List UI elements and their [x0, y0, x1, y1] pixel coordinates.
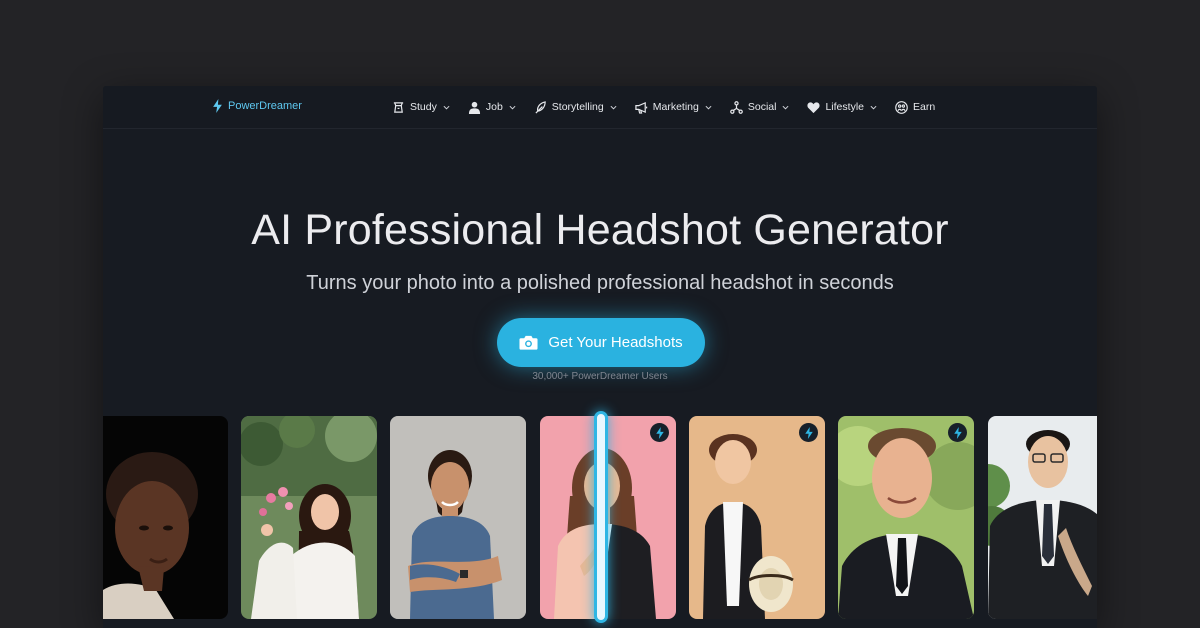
gallery-photo-man-glasses	[988, 416, 1097, 619]
nav-study[interactable]: Study	[392, 97, 450, 117]
nav-earn-label: Earn	[913, 101, 936, 113]
lightning-icon	[804, 426, 813, 439]
nav-storytelling[interactable]: Storytelling	[534, 97, 617, 117]
heart-icon	[807, 101, 821, 114]
nav-job-label: Job	[485, 101, 503, 113]
chevron-down-icon	[610, 105, 617, 110]
ai-generated-badge	[948, 423, 967, 442]
lightning-icon	[953, 426, 962, 439]
network-icon	[729, 100, 743, 114]
ai-generated-badge	[650, 423, 669, 442]
nav-marketing[interactable]: Marketing	[635, 97, 712, 117]
lightning-icon	[655, 426, 664, 439]
get-headshots-label: Get Your Headshots	[548, 334, 683, 351]
nav-job[interactable]: Job	[468, 97, 516, 117]
before-after-slider-handle[interactable]	[594, 411, 608, 623]
page-title: AI Professional Headshot Generator	[251, 206, 949, 254]
people-icon	[895, 100, 908, 114]
gallery-photo-man-blue-tshirt	[390, 416, 526, 619]
top-navbar: PowerDreamer Study Job Storytelling Mark…	[103, 86, 1097, 129]
app-window: PowerDreamer Study Job Storytelling Mark…	[103, 86, 1097, 628]
lightning-icon	[213, 99, 222, 113]
ai-generated-badge	[799, 423, 818, 442]
brand-logo[interactable]: PowerDreamer	[213, 99, 302, 113]
nav-social-label: Social	[747, 101, 777, 113]
main-menu: Study Job Storytelling Marketing Social …	[392, 97, 953, 117]
feather-icon	[534, 100, 547, 114]
chevron-down-icon	[782, 105, 789, 110]
nav-earn[interactable]: Earn	[895, 97, 935, 117]
gallery-photo-woman-braids	[103, 416, 228, 619]
user-icon	[468, 101, 481, 114]
gallery-photo-man-curly-hair	[689, 416, 825, 619]
brand-name: PowerDreamer	[228, 100, 302, 112]
gallery-photo-man-suit	[838, 416, 974, 619]
page-subtitle: Turns your photo into a polished profess…	[306, 272, 894, 294]
nav-social[interactable]: Social	[729, 97, 790, 117]
nav-marketing-label: Marketing	[652, 101, 699, 113]
megaphone-icon	[635, 101, 648, 114]
user-count-note: 30,000+ PowerDreamer Users	[532, 371, 668, 382]
chevron-down-icon	[870, 105, 877, 110]
get-headshots-button[interactable]: Get Your Headshots	[497, 318, 705, 367]
camera-icon	[519, 335, 538, 350]
gallery-photo-woman-flowers	[241, 416, 377, 619]
chevron-down-icon	[443, 105, 450, 110]
nav-lifestyle[interactable]: Lifestyle	[807, 97, 877, 117]
chevron-down-icon	[705, 105, 712, 110]
nav-lifestyle-label: Lifestyle	[825, 101, 864, 113]
gallery-photo-woman-before-after	[540, 416, 676, 619]
nav-storytelling-label: Storytelling	[551, 101, 604, 113]
study-icon	[392, 101, 405, 114]
nav-study-label: Study	[410, 101, 437, 113]
chevron-down-icon	[509, 105, 516, 110]
